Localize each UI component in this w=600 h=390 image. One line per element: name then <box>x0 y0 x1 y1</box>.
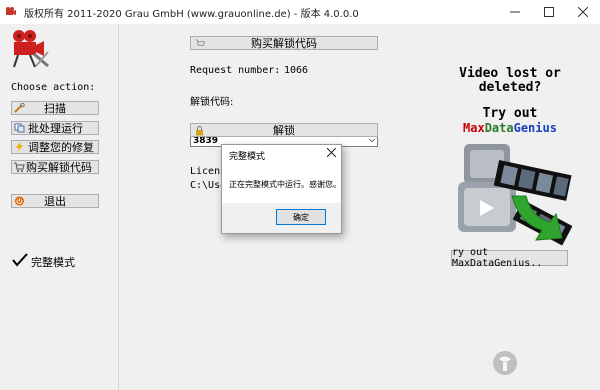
brand-max: Max <box>463 121 485 135</box>
try-maxdatagenius-button[interactable]: ry out MaxDataGenius.. <box>451 247 568 269</box>
batch-run-button[interactable]: 批处理运行 <box>11 121 99 135</box>
ad-line-3: Try out <box>482 106 538 121</box>
app-camera-icon <box>6 7 16 15</box>
scan-button[interactable]: 扫描 <box>11 101 99 115</box>
full-mode-dialog: 完整模式 正在完整模式中运行。感谢您。 确定 <box>221 144 342 234</box>
copy-icon <box>14 123 25 133</box>
dialog-message: 正在完整模式中运行。感谢您。 <box>229 180 341 189</box>
lightning-icon <box>16 142 23 152</box>
checkmark-icon <box>12 253 28 267</box>
close-button[interactable] <box>566 0 600 24</box>
buy-code-sidebar-label: 购买解锁代码 <box>26 161 92 174</box>
camera-tools-logo <box>13 30 49 68</box>
video-film-arrow-graphic <box>458 144 572 246</box>
adjust-repair-button[interactable]: 调整您的修复 <box>11 140 99 154</box>
brand-genius: Genius <box>513 121 557 135</box>
title-bar: 版权所有 2011-2020 Grau GmbH (www.grauonline… <box>0 0 600 24</box>
request-number-value: 1066 <box>284 65 309 76</box>
dialog-ok-label: 确定 <box>293 212 309 222</box>
power-icon <box>15 196 24 206</box>
lock-icon <box>196 126 203 136</box>
unlock-code-value: 3839 <box>193 135 219 146</box>
client-area: Choose action: 扫描 批处理运行 调整您的修复 购买解锁代码 退出… <box>0 24 600 390</box>
maximize-icon <box>544 7 554 17</box>
batch-run-label: 批处理运行 <box>28 122 83 135</box>
buy-code-button[interactable]: 购买解锁代码 <box>190 36 378 50</box>
close-icon <box>578 7 588 17</box>
buy-code-label: 购买解锁代码 <box>251 37 317 50</box>
exit-button[interactable]: 退出 <box>11 194 99 208</box>
exit-label: 退出 <box>44 195 66 208</box>
dialog-title: 完整模式 <box>229 152 266 162</box>
brand-name: MaxDataGenius <box>448 121 572 135</box>
ad-line-1: Video lost or <box>459 66 561 81</box>
maximize-button[interactable] <box>532 0 566 24</box>
adjust-repair-label: 调整您的修复 <box>28 141 94 154</box>
brand-data: Data <box>484 121 514 135</box>
choose-action-label: Choose action: <box>11 82 96 93</box>
dialog-footer: 确定 <box>222 203 341 233</box>
minimize-icon <box>510 11 520 13</box>
watermark-circle-icon <box>493 351 517 375</box>
unlock-label: 解锁 <box>273 124 295 137</box>
watermark-logo <box>492 346 596 386</box>
sidebar: Choose action: 扫描 批处理运行 调整您的修复 购买解锁代码 退出… <box>0 24 119 390</box>
request-number-label: Request number: <box>190 65 281 76</box>
dialog-close-button[interactable] <box>326 147 337 160</box>
close-icon <box>326 147 337 158</box>
dialog-ok-button[interactable]: 确定 <box>276 209 326 225</box>
window-title: 版权所有 2011-2020 Grau GmbH (www.grauonline… <box>24 9 359 20</box>
cart-icon <box>195 39 206 46</box>
try-maxdatagenius-label: ry out MaxDataGenius.. <box>452 247 543 269</box>
unlock-code-label: 解锁代码: <box>190 97 234 108</box>
wrench-icon <box>14 103 25 113</box>
cart-icon <box>14 162 25 172</box>
full-mode-label: 完整模式 <box>31 256 75 269</box>
ad-line-2: deleted? <box>478 80 542 95</box>
scan-label: 扫描 <box>44 102 66 115</box>
minimize-button[interactable] <box>498 0 532 24</box>
buy-code-sidebar-button[interactable]: 购买解锁代码 <box>11 160 99 174</box>
unlock-button[interactable]: 解锁 <box>190 123 378 137</box>
